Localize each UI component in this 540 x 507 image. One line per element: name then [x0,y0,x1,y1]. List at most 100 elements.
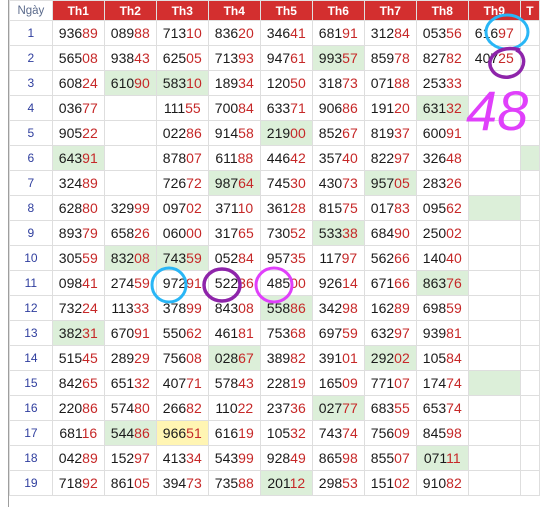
result-cell: 11022 [207,395,261,421]
result-cell: 34298 [311,295,365,321]
result-cell: 61188 [207,145,261,171]
number-head: 671 [370,275,395,291]
result-cell: 34641 [259,20,313,46]
result-cell: 92849 [259,445,313,471]
number-head: 631 [422,100,447,116]
result-cell: 11797 [311,245,365,271]
result-cell: 61619 [207,420,261,446]
table-row: 13 38231 67091 55062 46181 75368 69759 63297 939… [9,320,540,346]
number-head: 966 [162,425,187,441]
day-cell: 7 [9,170,53,196]
number-tail: 67 [342,125,358,141]
number-head: 756 [162,350,187,366]
result-cell: 55062 [155,320,209,346]
number-head: 407 [474,50,499,66]
result-cell: 26682 [155,395,209,421]
result-cell: 62505 [155,45,209,71]
result-cell [519,45,540,71]
result-cell [519,320,540,346]
number-tail: 52 [290,225,306,241]
number-head: 753 [266,325,291,341]
result-cell [467,70,521,96]
number-tail: 00 [290,125,306,141]
result-cell: 35740 [311,145,365,171]
result-cell: 61697 [467,20,521,46]
number-head: 089 [110,25,135,41]
number-head: 878 [162,150,187,166]
number-head: 859 [370,50,395,66]
number-head: 993 [318,50,343,66]
number-head: 914 [214,125,239,141]
result-cell: 84598 [415,420,469,446]
result-cell [467,445,521,471]
result-cell: 40725 [467,45,521,71]
number-tail: 91 [186,275,202,291]
number-head: 071 [370,75,395,91]
day-cell: 12 [9,295,53,321]
number-head: 574 [110,400,135,416]
number-head: 625 [162,50,187,66]
number-tail: 05 [134,475,150,491]
day-cell: 13 [9,320,53,346]
number-tail: 19 [290,375,306,391]
number-tail: 02 [394,475,410,491]
number-tail: 97 [394,325,410,341]
number-tail: 81 [446,325,462,341]
number-tail: 62 [446,200,462,216]
result-cell [103,120,157,146]
day-cell: 9 [9,220,53,246]
result-cell: 44642 [259,145,313,171]
number-head: 565 [58,50,83,66]
number-head: 098 [58,275,83,291]
number-head: 324 [58,175,83,191]
number-head: 095 [422,200,447,216]
number-head: 905 [58,125,83,141]
number-tail: 84 [446,350,462,366]
number-head: 189 [214,75,239,91]
result-cell [519,420,540,446]
number-head: 845 [422,425,447,441]
result-cell [519,70,540,96]
number-head: 017 [370,200,395,216]
number-tail: 01 [342,350,358,366]
day-cell: 8 [9,195,53,221]
column-header-th1: Th1 [51,0,105,21]
number-head: 972 [162,275,187,291]
result-cell: 15297 [103,445,157,471]
number-head: 698 [422,300,447,316]
table-row: 10 30559 83208 74359 05284 95735 11797 56266 140… [9,245,540,271]
number-head: 681 [59,425,82,441]
table-row: 11 09841 27459 97291 52236 48500 92614 67166 863… [9,270,540,296]
number-tail: 59 [82,250,98,266]
number-tail: 59 [186,250,202,266]
result-cell: 82782 [415,45,469,71]
number-tail: 98 [342,450,358,466]
number-head: 558 [266,300,291,316]
result-cell: 39101 [311,345,365,371]
result-cell: 07188 [363,70,417,96]
number-tail: 55 [185,100,201,116]
result-cell: 98764 [207,170,261,196]
number-tail: 36 [238,275,254,291]
result-cell: 56508 [51,45,105,71]
number-head: 939 [422,325,447,341]
number-head: 201 [267,475,290,491]
result-cell: 92614 [311,270,365,296]
result-cell [519,20,540,46]
number-tail: 88 [394,75,410,91]
table-row: 16 22086 57480 26682 11022 23736 02777 68355 653… [9,395,540,421]
number-head: 684 [370,225,395,241]
number-tail: 86 [82,400,98,416]
number-tail: 41 [290,25,306,41]
result-cell: 38231 [51,320,105,346]
number-tail: 20 [238,25,254,41]
table-row: 14 51545 28929 75608 02867 38982 39101 29202 105… [9,345,540,371]
table-row: 17 68116 54486 96651 61619 10532 74374 75609 845… [9,420,540,446]
result-cell: 75609 [363,420,417,446]
result-cell: 85267 [311,120,365,146]
number-head: 822 [370,150,395,166]
result-cell [467,470,521,496]
result-cell [519,245,540,271]
result-cell: 81937 [363,120,417,146]
table-row: 12 73224 11333 37899 84308 55886 34298 16289 698… [9,295,540,321]
